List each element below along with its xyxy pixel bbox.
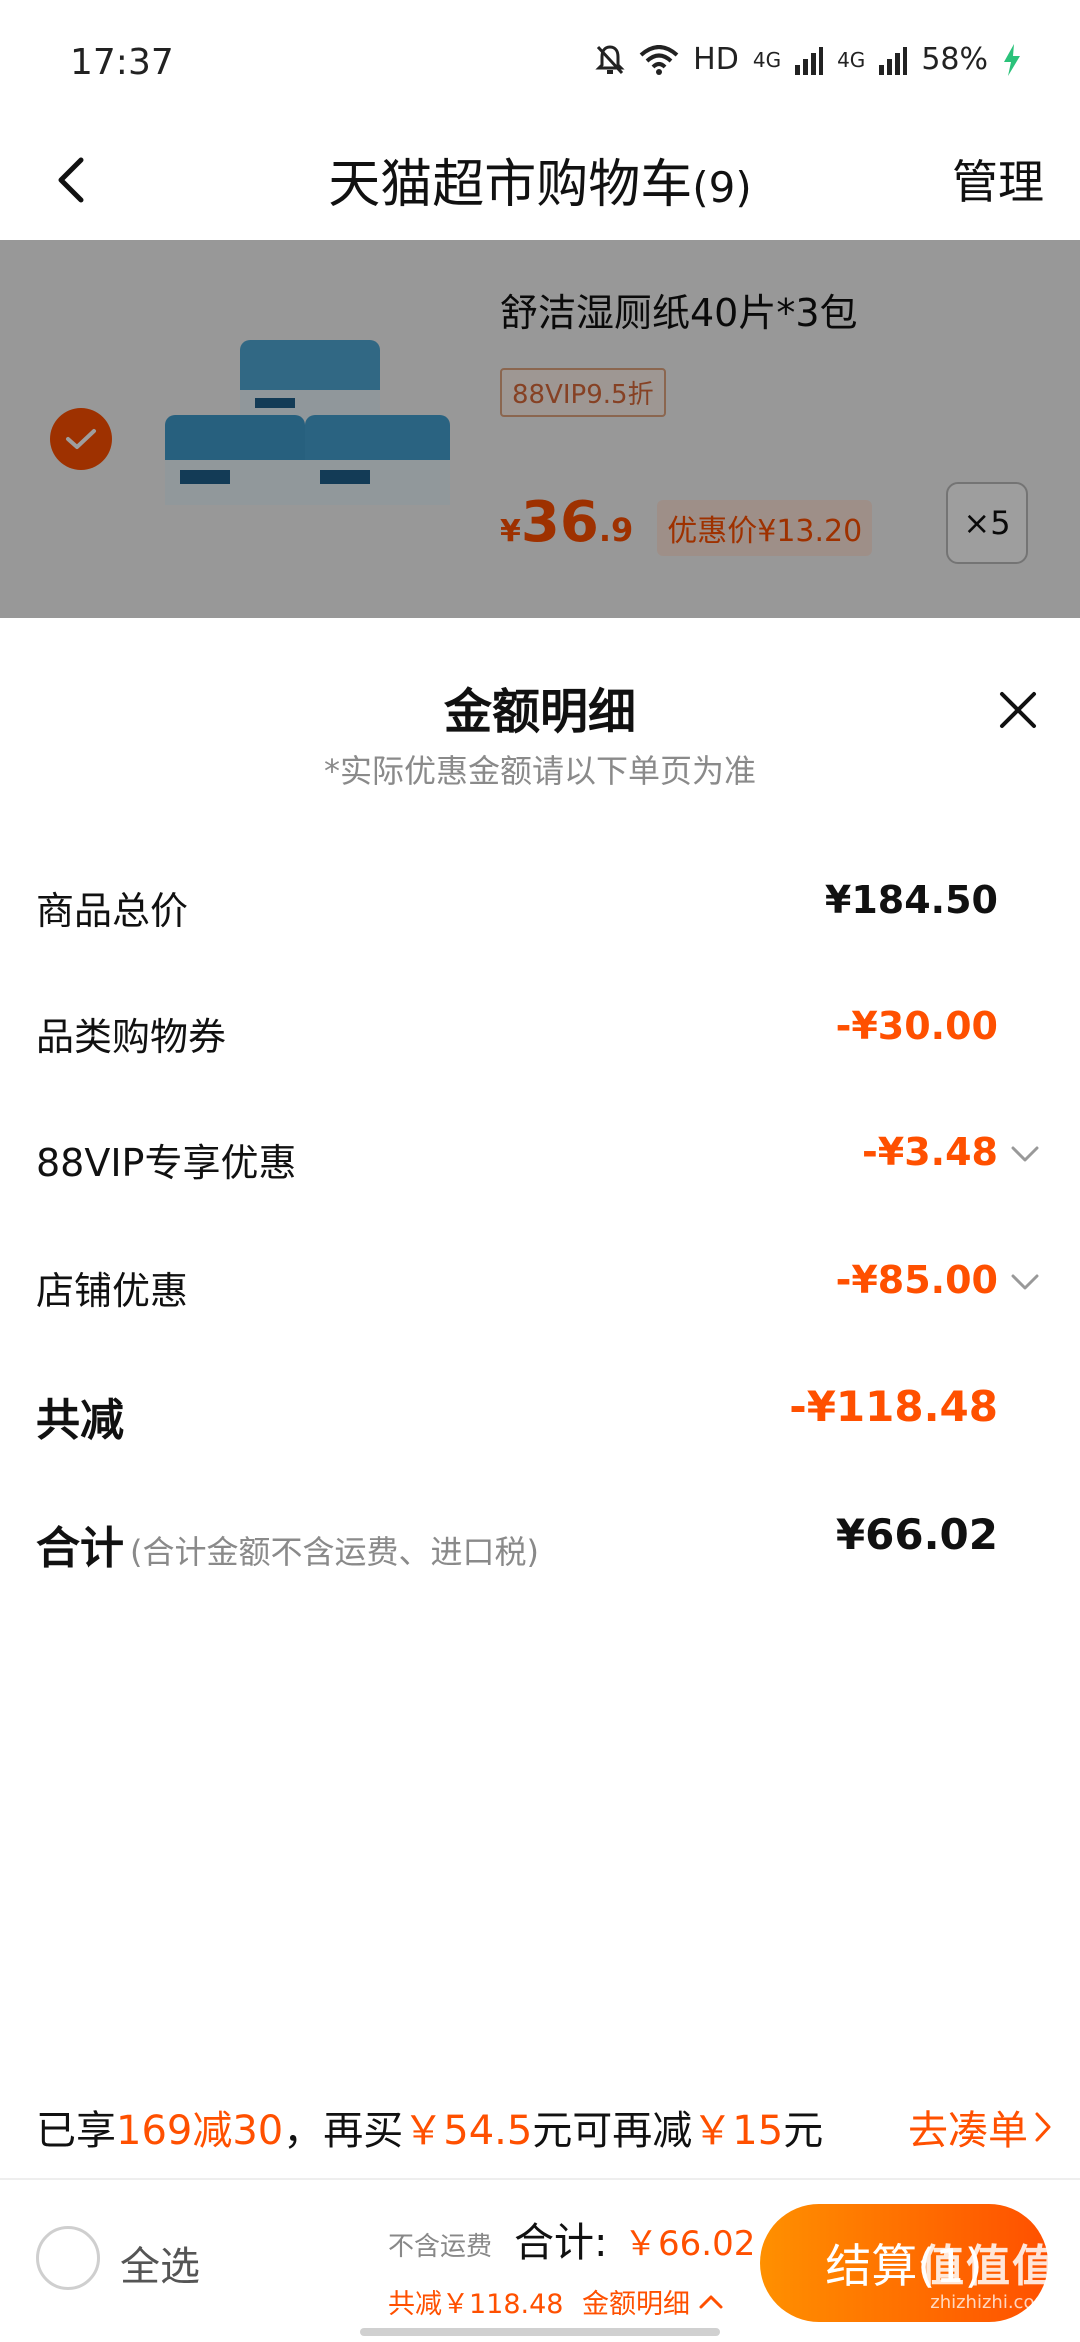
watermark-url: zhizhizhi.com: [930, 2292, 1052, 2313]
promo-text: 已享169减30，再买￥54.5元可再减￥15元: [36, 2098, 823, 2156]
row-label: 品类购物券: [36, 1015, 227, 1059]
row-goods-total: 商品总价 ¥184.50: [36, 866, 1040, 946]
page-title: 天猫超市购物车(9): [0, 142, 1080, 217]
row-label: 商品总价: [36, 889, 189, 933]
close-icon: [1000, 692, 1036, 728]
row-store-discount[interactable]: 店铺优惠 -¥85.00: [36, 1246, 1040, 1326]
shipping-note: 不含运费: [388, 2232, 493, 2262]
row-value: ¥66.02: [835, 1510, 998, 1559]
promo-amount: ￥15: [692, 2108, 784, 2154]
promo-deal: 169减30: [116, 2108, 284, 2154]
chevron-right-icon: [1035, 2112, 1051, 2142]
select-all-radio[interactable]: [36, 2226, 100, 2290]
page-title-text: 天猫超市购物车: [328, 155, 693, 215]
row-grand-total: 合计 (合计金额不含运费、进口税) ¥66.02: [36, 1498, 1040, 1578]
cart-count: (9): [692, 163, 752, 212]
bell-off-icon: [595, 44, 625, 74]
row-category-coupon: 品类购物券 -¥30.00: [36, 992, 1040, 1072]
manage-button[interactable]: 管理: [952, 146, 1044, 212]
row-label: 88VIP专享优惠: [36, 1141, 297, 1185]
promo-amount: ￥54.5: [403, 2108, 533, 2154]
signal-icon: [795, 46, 824, 75]
row-label: 共减: [36, 1395, 124, 1446]
add-items-link[interactable]: 去凑单: [908, 2098, 1052, 2156]
row-value: ¥184.50: [824, 878, 998, 922]
signal-label-2: 4G: [837, 47, 866, 72]
total-label: 合计:: [514, 2220, 608, 2266]
watermark-logo: 值值值: [920, 2241, 1058, 2292]
promo-part: 元: [783, 2108, 824, 2154]
status-time: 17:37: [70, 42, 174, 83]
signal-label-1: 4G: [752, 47, 782, 72]
sheet-subtitle: *实际优惠金额请以下单页为准: [323, 752, 756, 790]
close-button[interactable]: [986, 678, 1050, 742]
battery-percent: 58%: [921, 42, 988, 77]
promo-banner: 已享169减30，再买￥54.5元可再减￥15元 去凑单: [36, 2090, 1052, 2160]
promo-part: ，再买: [283, 2108, 404, 2154]
dim-overlay[interactable]: [0, 240, 1080, 618]
total-value: ￥66.02: [624, 2224, 756, 2264]
home-indicator[interactable]: [360, 2328, 720, 2336]
row-value: -¥3.48: [862, 1130, 998, 1174]
row-label-text: 合计: [36, 1523, 124, 1574]
row-label: 店铺优惠: [36, 1269, 189, 1313]
row-total-reduction: 共减 -¥118.48: [36, 1370, 1040, 1450]
header: 天猫超市购物车(9) 管理: [0, 120, 1080, 240]
amount-detail-sheet: 金额明细 *实际优惠金额请以下单页为准 商品总价 ¥184.50 品类购物券 -…: [0, 618, 1080, 2178]
amount-detail-label: 金额明细: [582, 2289, 690, 2320]
promo-part: 元可再减: [532, 2108, 693, 2154]
status-icons: HD 4G 4G 58%: [595, 42, 1022, 77]
chevron-down-icon[interactable]: [1010, 1272, 1040, 1292]
row-sublabel: (合计金额不含运费、进口税): [130, 1533, 539, 1571]
add-items-label: 去凑单: [908, 2108, 1028, 2154]
row-label: 合计 (合计金额不含运费、进口税): [36, 1512, 539, 1576]
chevron-down-icon[interactable]: [1010, 1144, 1040, 1164]
select-all-label[interactable]: 全选: [120, 2234, 200, 2292]
promo-part: 已享: [36, 2108, 116, 2154]
battery-charging-icon: [1004, 43, 1020, 76]
saved-amount: 共减￥118.48: [388, 2289, 564, 2320]
chevron-up-icon: [699, 2295, 723, 2308]
signal-icon: [879, 46, 908, 75]
wifi-icon: [639, 44, 679, 75]
bottom-bar: 全选 不含运费 合计: ￥66.02 共减￥118.48 金额明细 结算(1) …: [0, 2178, 1080, 2342]
row-value: -¥118.48: [789, 1382, 998, 1431]
network-label: HD: [693, 42, 739, 77]
sheet-title: 金额明细: [443, 684, 636, 740]
status-bar: 17:37 HD 4G 4G 58%: [0, 0, 1080, 130]
amount-detail-toggle[interactable]: 金额明细: [582, 2282, 724, 2321]
row-88vip-discount[interactable]: 88VIP专享优惠 -¥3.48: [36, 1118, 1040, 1198]
row-value: -¥85.00: [835, 1258, 998, 1302]
row-value: -¥30.00: [835, 1004, 998, 1048]
